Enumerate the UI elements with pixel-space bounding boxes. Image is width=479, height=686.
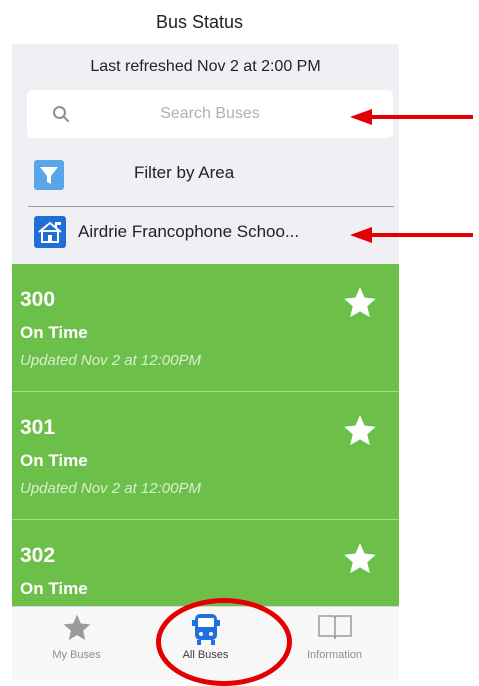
bus-status: On Time xyxy=(20,579,88,598)
bus-updated-time: Updated Nov 2 at 12:00PM xyxy=(20,480,201,497)
search-input[interactable]: Search Buses xyxy=(27,90,393,138)
bus-number: 302 xyxy=(20,544,56,567)
school-label: Airdrie Francophone Schoo... xyxy=(78,222,300,241)
bus-status: On Time xyxy=(20,451,88,470)
favorite-star-icon[interactable] xyxy=(341,284,379,322)
favorite-star-icon[interactable] xyxy=(341,412,379,450)
school-selector[interactable]: Airdrie Francophone Schoo... xyxy=(34,216,394,250)
bus-updated-time: Updated Nov 2 at 12:00PM xyxy=(20,352,201,369)
bus-number: 301 xyxy=(20,416,56,439)
filter-label: Filter by Area xyxy=(134,163,235,182)
tab-label: My Buses xyxy=(52,649,101,661)
tab-bar: My Buses All Buses Information xyxy=(12,606,399,680)
filter-by-area-button[interactable]: Filter by Area xyxy=(34,160,392,202)
star-icon xyxy=(63,614,90,640)
tab-my-buses[interactable]: My Buses xyxy=(12,607,141,680)
tab-label: All Buses xyxy=(182,649,229,661)
book-icon xyxy=(317,615,352,640)
bus-icon xyxy=(191,614,220,645)
search-placeholder: Search Buses xyxy=(160,105,260,122)
tab-information[interactable]: Information xyxy=(270,607,399,680)
bus-status: On Time xyxy=(20,323,88,342)
filter-icon xyxy=(34,160,64,190)
bus-card[interactable]: 301 On Time Updated Nov 2 at 12:00PM xyxy=(12,392,399,520)
favorite-star-icon[interactable] xyxy=(341,540,379,578)
annotation-arrow-search xyxy=(350,109,473,125)
tab-all-buses[interactable]: All Buses xyxy=(141,607,270,680)
bus-status-panel: Last refreshed Nov 2 at 2:00 PM Search B… xyxy=(12,44,399,606)
page-title: Bus Status xyxy=(155,11,244,32)
bus-card[interactable]: 300 On Time Updated Nov 2 at 12:00PM xyxy=(12,264,399,392)
tab-label: Information xyxy=(306,649,363,661)
bus-card[interactable]: 302 On Time xyxy=(12,520,399,606)
school-icon xyxy=(34,216,66,248)
last-refreshed-text: Last refreshed Nov 2 at 2:00 PM xyxy=(90,58,321,75)
divider xyxy=(28,206,394,207)
annotation-arrow-school xyxy=(350,227,473,243)
bus-list: 300 On Time Updated Nov 2 at 12:00PM 301… xyxy=(12,264,399,606)
bus-number: 300 xyxy=(20,288,56,311)
